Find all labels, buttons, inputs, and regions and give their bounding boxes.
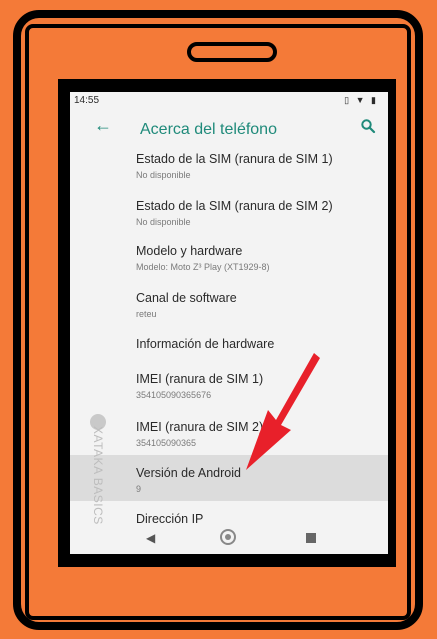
item-title: IMEI (ranura de SIM 2) — [136, 420, 264, 434]
phone-screen: 14:55 ▯ ▼ ▮ ← Acerca del teléfono Estado… — [70, 92, 388, 554]
back-arrow-icon[interactable]: ← — [94, 115, 112, 136]
nav-back-icon[interactable]: ◀ — [146, 531, 155, 545]
list-item-model-hardware[interactable]: Modelo y hardware Modelo: Moto Z³ Play (… — [70, 244, 388, 292]
status-time: 14:55 — [74, 95, 100, 106]
status-bar: 14:55 ▯ ▼ ▮ — [70, 92, 388, 110]
item-title: Información de hardware — [136, 337, 275, 351]
list-item-sim1-status[interactable]: Estado de la SIM (ranura de SIM 1) No di… — [70, 152, 388, 200]
item-subtitle: No disponible — [136, 217, 191, 227]
item-title: Estado de la SIM (ranura de SIM 2) — [136, 199, 333, 213]
item-subtitle: 9 — [136, 484, 142, 494]
item-title: Modelo y hardware — [136, 244, 243, 258]
page-title: Acerca del teléfono — [140, 121, 277, 138]
app-bar: ← Acerca del teléfono — [70, 110, 388, 148]
nav-home-icon[interactable] — [220, 529, 236, 545]
list-item-android-version[interactable]: Versión de Android 9 — [70, 455, 388, 501]
item-title: Canal de software — [136, 291, 237, 305]
status-icons: ▯ ▼ ▮ — [344, 95, 378, 105]
list-item-software-channel[interactable]: Canal de software reteu — [70, 291, 388, 339]
search-icon[interactable] — [360, 118, 376, 134]
item-subtitle: No disponible — [136, 170, 191, 180]
item-title: IMEI (ranura de SIM 1) — [136, 372, 264, 386]
speaker-slot — [187, 42, 277, 62]
item-subtitle: 354105090365 — [136, 438, 197, 448]
navigation-bar: ◀ — [70, 524, 388, 554]
item-title: Versión de Android — [136, 466, 241, 480]
list-item-imei-sim1[interactable]: IMEI (ranura de SIM 1) 354105090365676 — [70, 372, 388, 420]
item-subtitle: 354105090365676 — [136, 390, 212, 400]
item-title: Estado de la SIM (ranura de SIM 1) — [136, 152, 333, 166]
item-subtitle: reteu — [136, 309, 157, 319]
item-subtitle: Modelo: Moto Z³ Play (XT1929-8) — [136, 262, 270, 272]
nav-recents-icon[interactable] — [306, 533, 316, 543]
list-item-sim2-status[interactable]: Estado de la SIM (ranura de SIM 2) No di… — [70, 199, 388, 247]
